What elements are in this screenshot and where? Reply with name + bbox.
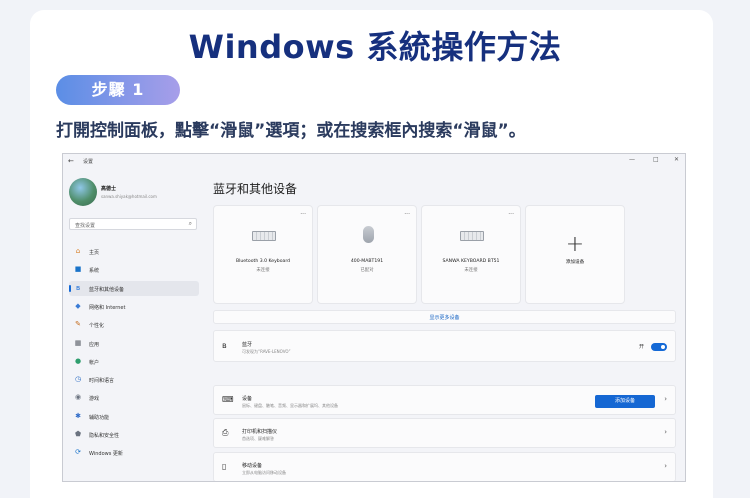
- device-name: Bluetooth 3.0 Keyboard: [235, 259, 291, 264]
- mobile-devices-row[interactable]: ▯ 移动设备 立即从电脑访问移动设备 ›: [213, 452, 676, 481]
- printers-row[interactable]: ⎙ 打印机和扫描仪 首选项、疑难解答 ›: [213, 418, 676, 448]
- close-button[interactable]: ✕: [674, 156, 679, 163]
- user-name: 高德士: [101, 186, 117, 192]
- back-arrow-icon[interactable]: ←: [68, 157, 74, 165]
- accessibility-icon: ✱: [75, 411, 81, 420]
- phone-icon: ▯: [222, 462, 227, 471]
- instruction-text: 打開控制面板，點擊“滑鼠”選項；或在搜索框內搜索“滑鼠”。: [56, 121, 526, 141]
- keyboard-icon: [460, 231, 484, 241]
- sidebar-item-personalization[interactable]: ✎ 个性化: [69, 317, 199, 332]
- avatar[interactable]: [69, 178, 97, 206]
- step-badge: 步驟 1: [56, 75, 180, 105]
- sidebar-item-windows-update[interactable]: ⟳ Windows 更新: [69, 445, 199, 460]
- sidebar-item-home[interactable]: ⌂ 主页: [69, 244, 199, 259]
- device-card-mouse[interactable]: ... 400-MABT191 已配对: [317, 205, 417, 304]
- sidebar-item-gaming[interactable]: ◉ 游戏: [69, 390, 199, 405]
- sidebar-item-label: 系统: [89, 268, 100, 275]
- page-title: Windows 系統操作方法: [188, 28, 562, 66]
- add-device-button[interactable]: 添加设备: [595, 395, 655, 408]
- sidebar-item-privacy[interactable]: ⬟ 隐私和安全性: [69, 427, 199, 442]
- section-title: 蓝牙和其他设备: [213, 182, 298, 196]
- sidebar-item-label: 隐私和安全性: [89, 433, 120, 439]
- devices-title: 设备: [242, 396, 253, 402]
- sidebar-item-label: 蓝牙和其他设备: [89, 286, 125, 293]
- time-language-icon: ◷: [74, 375, 82, 384]
- chevron-right-icon: ›: [664, 462, 667, 470]
- mobile-subtitle: 立即从电脑访问移动设备: [242, 470, 286, 475]
- sidebar-item-system[interactable]: ■ 系统: [69, 262, 199, 277]
- device-card-keyboard-2[interactable]: ... SANWA KEYBOARD BT51 未连接: [421, 205, 521, 304]
- maximize-button[interactable]: □: [653, 156, 659, 163]
- device-card-keyboard-1[interactable]: ... Bluetooth 3.0 Keyboard 未连接: [213, 205, 313, 304]
- bluetooth-title: 蓝牙: [242, 342, 253, 348]
- app-title: 设置: [83, 159, 94, 165]
- apps-icon: ▦: [74, 338, 82, 347]
- settings-window: ← 设置 — □ ✕ 高德士 sanwa.shiyak@hotmail.com …: [62, 153, 686, 482]
- privacy-icon: ⬟: [74, 430, 82, 438]
- device-name: SANWA KEYBOARD BT51: [442, 259, 500, 264]
- sidebar-item-label: 帐户: [89, 359, 100, 366]
- sidebar-item-label: 个性化: [89, 323, 105, 330]
- bluetooth-row: ʙ 蓝牙 可发现为“RAVE-LENOVO” 开: [213, 330, 676, 362]
- add-device-label: 添加设备: [565, 260, 585, 265]
- sidebar-item-time-language[interactable]: ◷ 时间和语言: [69, 372, 199, 387]
- mobile-title: 移动设备: [242, 463, 263, 469]
- sidebar-item-label: 主页: [89, 250, 100, 256]
- search-placeholder: 查找设置: [75, 223, 96, 229]
- keyboard-icon: [252, 231, 276, 241]
- bluetooth-subtitle: 可发现为“RAVE-LENOVO”: [242, 349, 291, 354]
- sidebar-item-label: 辅助功能: [89, 414, 110, 421]
- active-indicator: [69, 284, 71, 292]
- home-icon: ⌂: [75, 247, 81, 255]
- search-input[interactable]: 查找设置 ⌕: [69, 218, 197, 230]
- more-options-icon[interactable]: ...: [300, 209, 306, 216]
- account-icon: ●: [74, 356, 82, 365]
- title-bar: ← 设置 — □ ✕: [63, 154, 685, 168]
- bluetooth-toggle[interactable]: [651, 343, 667, 351]
- sidebar-item-label: 应用: [89, 341, 100, 348]
- sidebar-item-apps[interactable]: ▦ 应用: [69, 336, 199, 351]
- bluetooth-icon: ʙ: [222, 341, 227, 350]
- show-more-label: 显示更多设备: [429, 315, 460, 321]
- search-icon: ⌕: [188, 220, 192, 227]
- devices-subtitle: 鼠标、键盘、触笔、音频、显示器和扩展坞、其他设备: [242, 403, 338, 408]
- device-status: 未连接: [464, 268, 478, 273]
- bluetooth-icon: ʙ: [75, 283, 81, 292]
- device-status: 已配对: [360, 268, 374, 273]
- sidebar-item-bluetooth[interactable]: ʙ 蓝牙和其他设备: [69, 280, 199, 296]
- printer-icon: ⎙: [222, 428, 229, 437]
- sidebar-item-accessibility[interactable]: ✱ 辅助功能: [69, 409, 199, 424]
- printers-title: 打印机和扫描仪: [242, 429, 278, 435]
- toggle-state-label: 开: [639, 344, 645, 350]
- personalization-icon: ✎: [75, 320, 81, 329]
- printers-subtitle: 首选项、疑难解答: [242, 436, 274, 441]
- sidebar-item-label: Windows 更新: [89, 451, 123, 458]
- sidebar-item-label: 时间和语言: [89, 378, 115, 385]
- devices-icon: ⌨: [222, 395, 234, 404]
- sidebar-item-network[interactable]: ◆ 网络和 Internet: [69, 299, 199, 314]
- network-icon: ◆: [75, 301, 81, 310]
- sidebar-item-account[interactable]: ● 帐户: [69, 354, 199, 369]
- mouse-icon: [363, 226, 374, 243]
- devices-row[interactable]: ⌨ 设备 鼠标、键盘、触笔、音频、显示器和扩展坞、其他设备 添加设备 ›: [213, 385, 676, 415]
- user-email: sanwa.shiyak@hotmail.com: [101, 194, 157, 199]
- gaming-icon: ◉: [74, 393, 82, 402]
- chevron-right-icon: ›: [664, 428, 667, 436]
- windows-update-icon: ⟳: [75, 448, 81, 457]
- show-more-devices-link[interactable]: 显示更多设备: [213, 310, 676, 324]
- device-name: 400-MABT191: [350, 259, 384, 264]
- add-device-card[interactable]: + 添加设备: [525, 205, 625, 304]
- device-status: 未连接: [256, 268, 270, 273]
- minimize-button[interactable]: —: [629, 156, 635, 163]
- more-options-icon[interactable]: ...: [404, 209, 410, 216]
- chevron-right-icon: ›: [664, 395, 667, 403]
- more-options-icon[interactable]: ...: [508, 209, 514, 216]
- system-icon: ■: [74, 265, 82, 274]
- plus-icon: +: [565, 232, 585, 257]
- sidebar-item-label: 游戏: [89, 396, 100, 403]
- sidebar-item-label: 网络和 Internet: [89, 304, 126, 311]
